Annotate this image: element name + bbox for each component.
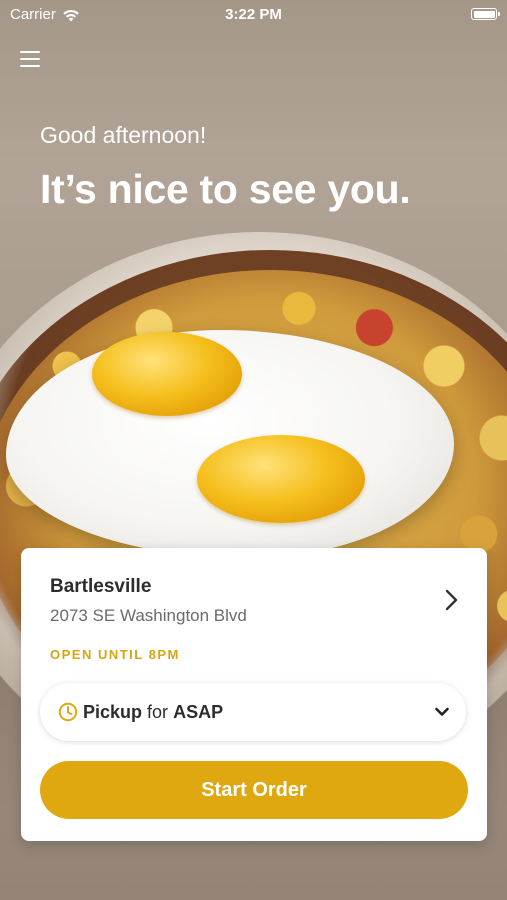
food-image-yolk — [197, 435, 365, 523]
greeting-text: Good afternoon! — [40, 122, 207, 148]
food-image-yolk — [92, 332, 242, 416]
order-mode-label: Pickup for ASAP — [83, 702, 223, 723]
store-name[interactable]: Bartlesville — [50, 576, 151, 598]
status-time: 3:22 PM — [225, 6, 282, 23]
store-card: Bartlesville 2073 SE Washington Blvd OPE… — [21, 548, 487, 841]
chevron-right-icon[interactable] — [439, 588, 463, 612]
order-mode-connector: for — [147, 701, 169, 722]
chevron-down-icon — [435, 707, 449, 716]
order-mode-time: ASAP — [173, 701, 224, 722]
home-screen: Carrier 3:22 PM Good afternoon! It’s nic… — [0, 0, 507, 900]
store-hours: OPEN UNTIL 8PM — [50, 647, 180, 662]
page-title: It’s nice to see you. — [40, 166, 411, 212]
order-mode-select[interactable]: Pickup for ASAP — [40, 683, 466, 741]
status-bar: Carrier 3:22 PM — [0, 0, 507, 30]
battery-icon — [471, 8, 500, 20]
order-mode-type: Pickup — [83, 701, 143, 722]
start-order-button[interactable]: Start Order — [40, 761, 468, 819]
store-address: 2073 SE Washington Blvd — [50, 606, 247, 625]
clock-icon — [58, 702, 78, 722]
hamburger-menu-icon[interactable] — [20, 49, 42, 69]
